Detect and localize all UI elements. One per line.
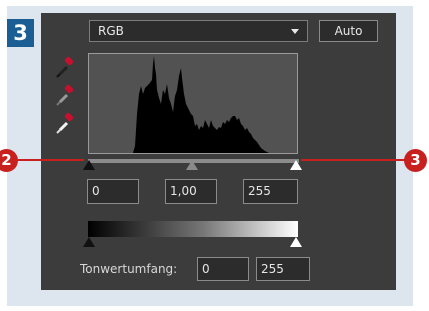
callout-2-line	[18, 159, 84, 161]
white-input-slider[interactable]	[290, 160, 302, 170]
input-white-field[interactable]: 255	[243, 179, 298, 204]
gray-point-eyedropper-icon[interactable]	[54, 84, 76, 108]
black-output-slider[interactable]	[83, 237, 95, 247]
channel-value: RGB	[98, 24, 124, 38]
input-gamma-field[interactable]: 1,00	[165, 179, 217, 204]
step-number-badge: 3	[7, 19, 34, 47]
auto-button[interactable]: Auto	[319, 20, 378, 42]
histogram-graph	[89, 56, 297, 153]
callout-3-line	[301, 159, 413, 161]
chevron-down-icon	[291, 29, 299, 34]
input-black-field[interactable]: 0	[87, 179, 139, 204]
midtone-input-slider[interactable]	[186, 160, 198, 170]
channel-dropdown[interactable]: RGB	[89, 20, 308, 42]
output-white-field[interactable]: 255	[256, 257, 310, 281]
black-point-eyedropper-icon[interactable]	[54, 56, 76, 80]
output-gradient-bar	[88, 221, 298, 237]
histogram	[88, 53, 298, 154]
output-black-field[interactable]: 0	[197, 257, 249, 281]
output-levels-label: Tonwertumfang:	[80, 262, 178, 276]
black-input-slider[interactable]	[83, 160, 95, 170]
white-point-eyedropper-icon[interactable]	[54, 112, 76, 136]
white-output-slider[interactable]	[290, 237, 302, 247]
callout-3-badge: 3	[404, 149, 427, 172]
